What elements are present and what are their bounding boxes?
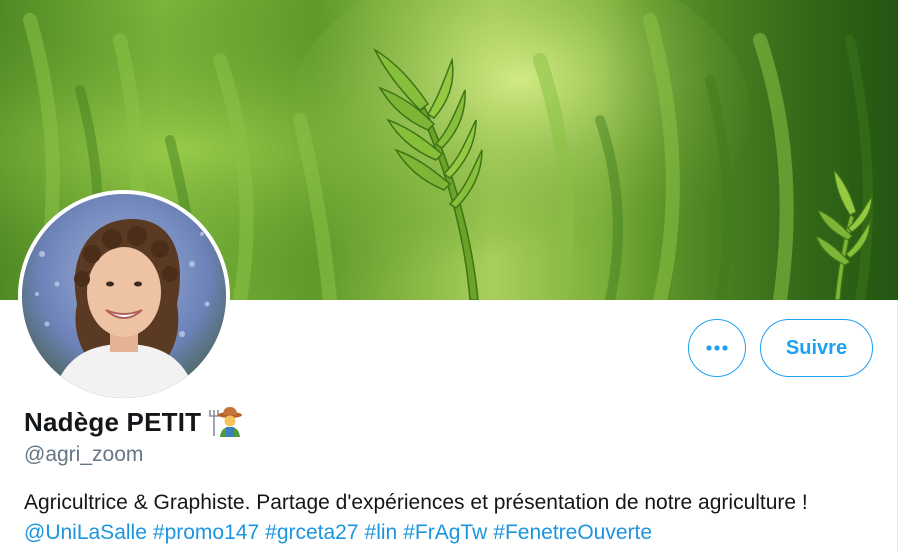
hashtag-link[interactable]: #promo147 [153,521,259,544]
follow-button[interactable]: Suivre [760,319,873,377]
farmer-emoji [209,407,243,437]
hashtag-link[interactable]: #lin [365,521,398,544]
more-horizontal-icon [706,345,728,351]
bio-text: Agricultrice & Graphiste. Partage d'expé… [24,491,808,514]
display-name: Nadège PETIT [24,406,202,437]
bio-links: @UniLaSalle #promo147 #grceta27 #lin #FrAgTw… [24,518,658,548]
follow-button-label: Suivre [785,336,848,359]
more-options-button[interactable] [688,319,746,377]
mention-link[interactable]: @UniLaSalle [24,521,147,544]
name-row: Nadège PETIT [24,404,243,440]
hashtag-link[interactable]: #FrAgTw [403,521,487,544]
hashtag-link[interactable]: #grceta27 [265,521,358,544]
hashtag-link[interactable]: #FenetreOuverte [493,521,652,544]
profile-header: Suivre Nadège PETIT @agri_zoom Agricultr… [0,0,898,552]
avatar[interactable] [18,190,230,402]
avatar-photo [22,194,226,398]
handle: @agri_zoom [24,443,144,466]
